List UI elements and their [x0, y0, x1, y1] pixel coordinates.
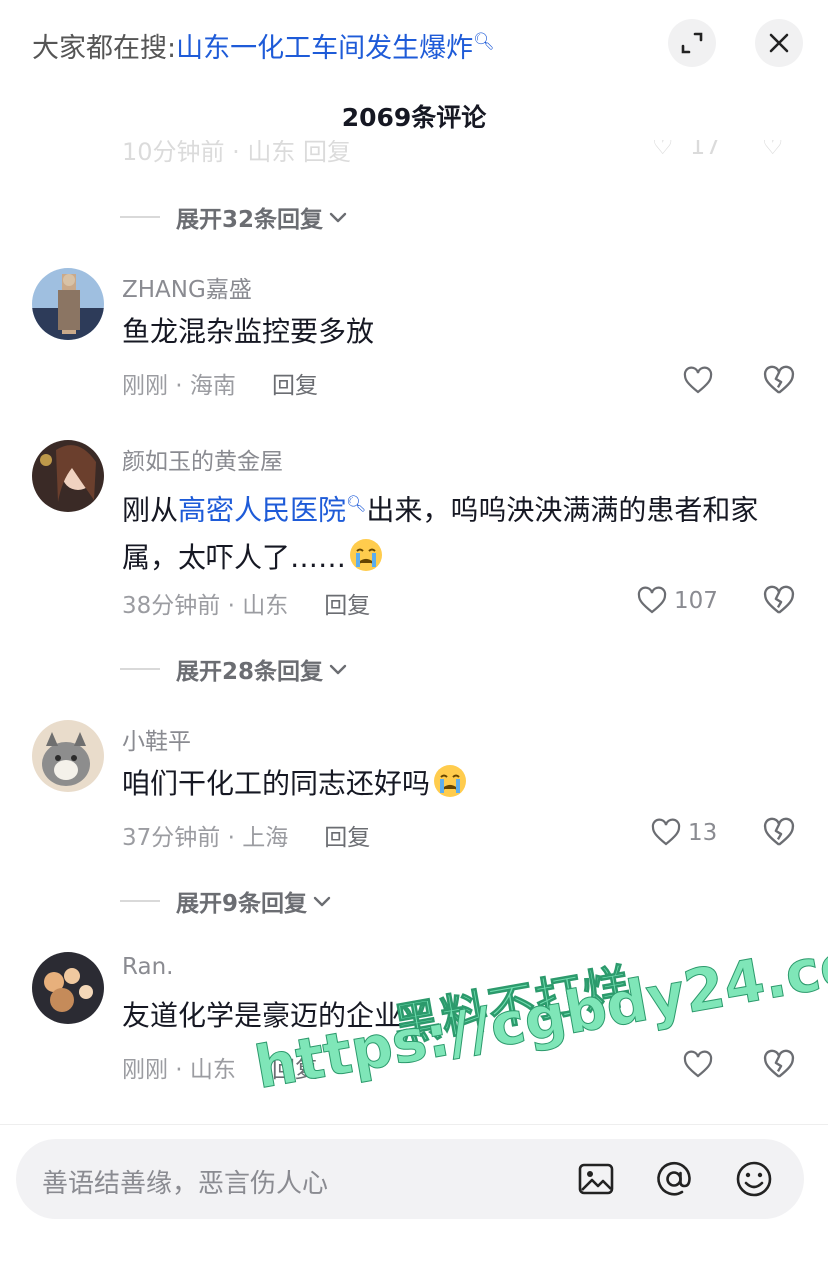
comment-time-location: 38分钟前 · 山东	[122, 593, 289, 619]
input-divider	[0, 1124, 828, 1125]
comment-input-bar[interactable]: 善语结善缘，恶言伤人心	[16, 1139, 804, 1219]
mention-button[interactable]	[654, 1159, 694, 1199]
broken-heart-icon	[763, 1049, 795, 1078]
emoji-button[interactable]	[734, 1159, 774, 1199]
broken-heart-icon	[763, 365, 795, 394]
reply-button[interactable]: 回复	[272, 1057, 318, 1083]
close-button[interactable]	[755, 19, 803, 67]
avatar[interactable]	[32, 720, 104, 792]
close-icon	[769, 33, 789, 53]
avatar-image	[32, 440, 104, 512]
like-button[interactable]: 107	[636, 584, 718, 618]
comment-input-placeholder[interactable]: 善语结善缘，恶言伤人心	[42, 1163, 328, 1200]
trending-keyword[interactable]: 山东一化工车间发生爆炸	[176, 33, 473, 64]
comment-meta: 刚刚 · 山东 回复	[122, 1050, 318, 1084]
search-icon: 🔍︎	[346, 494, 367, 513]
divider-line	[120, 668, 160, 670]
expand-replies-label: 展开28条回复	[176, 659, 324, 685]
comment-meta: 刚刚 · 海南 回复	[122, 366, 318, 400]
comment-time-location: 刚刚 · 山东	[122, 1057, 236, 1083]
comment-text: 刚从高密人民医院🔍︎出来，呜呜泱泱满满的患者和家属，太吓人了……	[122, 493, 759, 575]
expand-replies-button[interactable]: 展开32条回复	[120, 202, 349, 233]
expand-replies-label: 展开32条回复	[176, 207, 324, 233]
divider-line	[120, 900, 160, 902]
avatar-image	[32, 952, 104, 1024]
broken-heart-icon	[763, 817, 795, 846]
reply-button[interactable]: 回复	[272, 373, 318, 399]
username[interactable]: Ran.	[122, 954, 173, 980]
like-button[interactable]	[682, 1048, 714, 1082]
expand-replies-button[interactable]: 展开28条回复	[120, 654, 349, 685]
search-icon: 🔍︎	[473, 32, 495, 52]
dislike-icon: ♡	[762, 140, 784, 160]
username[interactable]: ZHANG嘉盛	[122, 270, 252, 304]
avatar[interactable]	[32, 952, 104, 1024]
comment-meta: 38分钟前 · 山东 回复	[122, 586, 370, 620]
like-icon: ♡	[652, 140, 674, 160]
comment-meta: 37分钟前 · 上海 回复	[122, 818, 370, 852]
expand-button[interactable]	[668, 19, 716, 67]
previous-comment-meta: 10分钟前 · 山东 回复 ♡ 17 ♡	[122, 140, 812, 166]
broken-heart-icon	[763, 585, 795, 614]
expand-replies-button[interactable]: 展开9条回复	[120, 886, 333, 917]
dislike-button[interactable]	[762, 584, 796, 618]
trending-prefix: 大家都在搜:	[32, 33, 177, 64]
like-count: 13	[688, 820, 718, 846]
dislike-button[interactable]	[762, 364, 796, 398]
comment-list[interactable]: 10分钟前 · 山东 回复 ♡ 17 ♡ 展开32条回复 ZHANG嘉盛 鱼龙混…	[0, 140, 828, 1125]
reply-button[interactable]: 回复	[324, 825, 370, 851]
avatar-image	[32, 268, 104, 340]
image-button[interactable]	[576, 1159, 616, 1199]
chevron-down-icon	[329, 664, 347, 675]
heart-icon	[683, 366, 713, 394]
crying-face-icon	[434, 765, 467, 797]
comment-text: 友道化学是豪迈的企业	[122, 999, 403, 1032]
username[interactable]: 颜如玉的黄金屋	[122, 442, 283, 476]
comment-time-location: 37分钟前 · 上海	[122, 825, 289, 851]
heart-icon	[637, 586, 667, 614]
chevron-down-icon	[329, 212, 347, 223]
search-link[interactable]: 高密人民医院	[178, 493, 346, 526]
comment-count: 2069条评论	[341, 103, 487, 132]
like-button[interactable]: 13	[650, 816, 717, 850]
like-count: 107	[674, 588, 718, 614]
at-icon	[657, 1161, 691, 1196]
dislike-button[interactable]	[762, 1048, 796, 1082]
expand-icon	[681, 32, 703, 54]
top-bar: 大家都在搜:山东一化工车间发生爆炸🔍︎	[0, 0, 828, 90]
heart-icon	[683, 1050, 713, 1078]
chevron-down-icon	[313, 896, 331, 907]
heart-icon	[651, 818, 681, 846]
avatar[interactable]	[32, 268, 104, 340]
expand-replies-label: 展开9条回复	[176, 891, 308, 917]
username[interactable]: 小鞋平	[122, 722, 191, 756]
comment-time-location: 刚刚 · 海南	[122, 373, 236, 399]
like-button[interactable]	[682, 364, 714, 398]
avatar[interactable]	[32, 440, 104, 512]
crying-face-icon	[350, 539, 383, 572]
avatar-image	[32, 720, 104, 792]
comment-text: 咱们干化工的同志还好吗	[122, 760, 802, 808]
trending-search[interactable]: 大家都在搜:山东一化工车间发生爆炸🔍︎	[32, 26, 495, 65]
divider-line	[120, 216, 160, 218]
dislike-button[interactable]	[762, 816, 796, 850]
emoji-icon	[736, 1161, 772, 1197]
image-icon	[578, 1163, 614, 1195]
comment-text: 鱼龙混杂监控要多放	[122, 315, 375, 348]
reply-button[interactable]: 回复	[324, 593, 370, 619]
